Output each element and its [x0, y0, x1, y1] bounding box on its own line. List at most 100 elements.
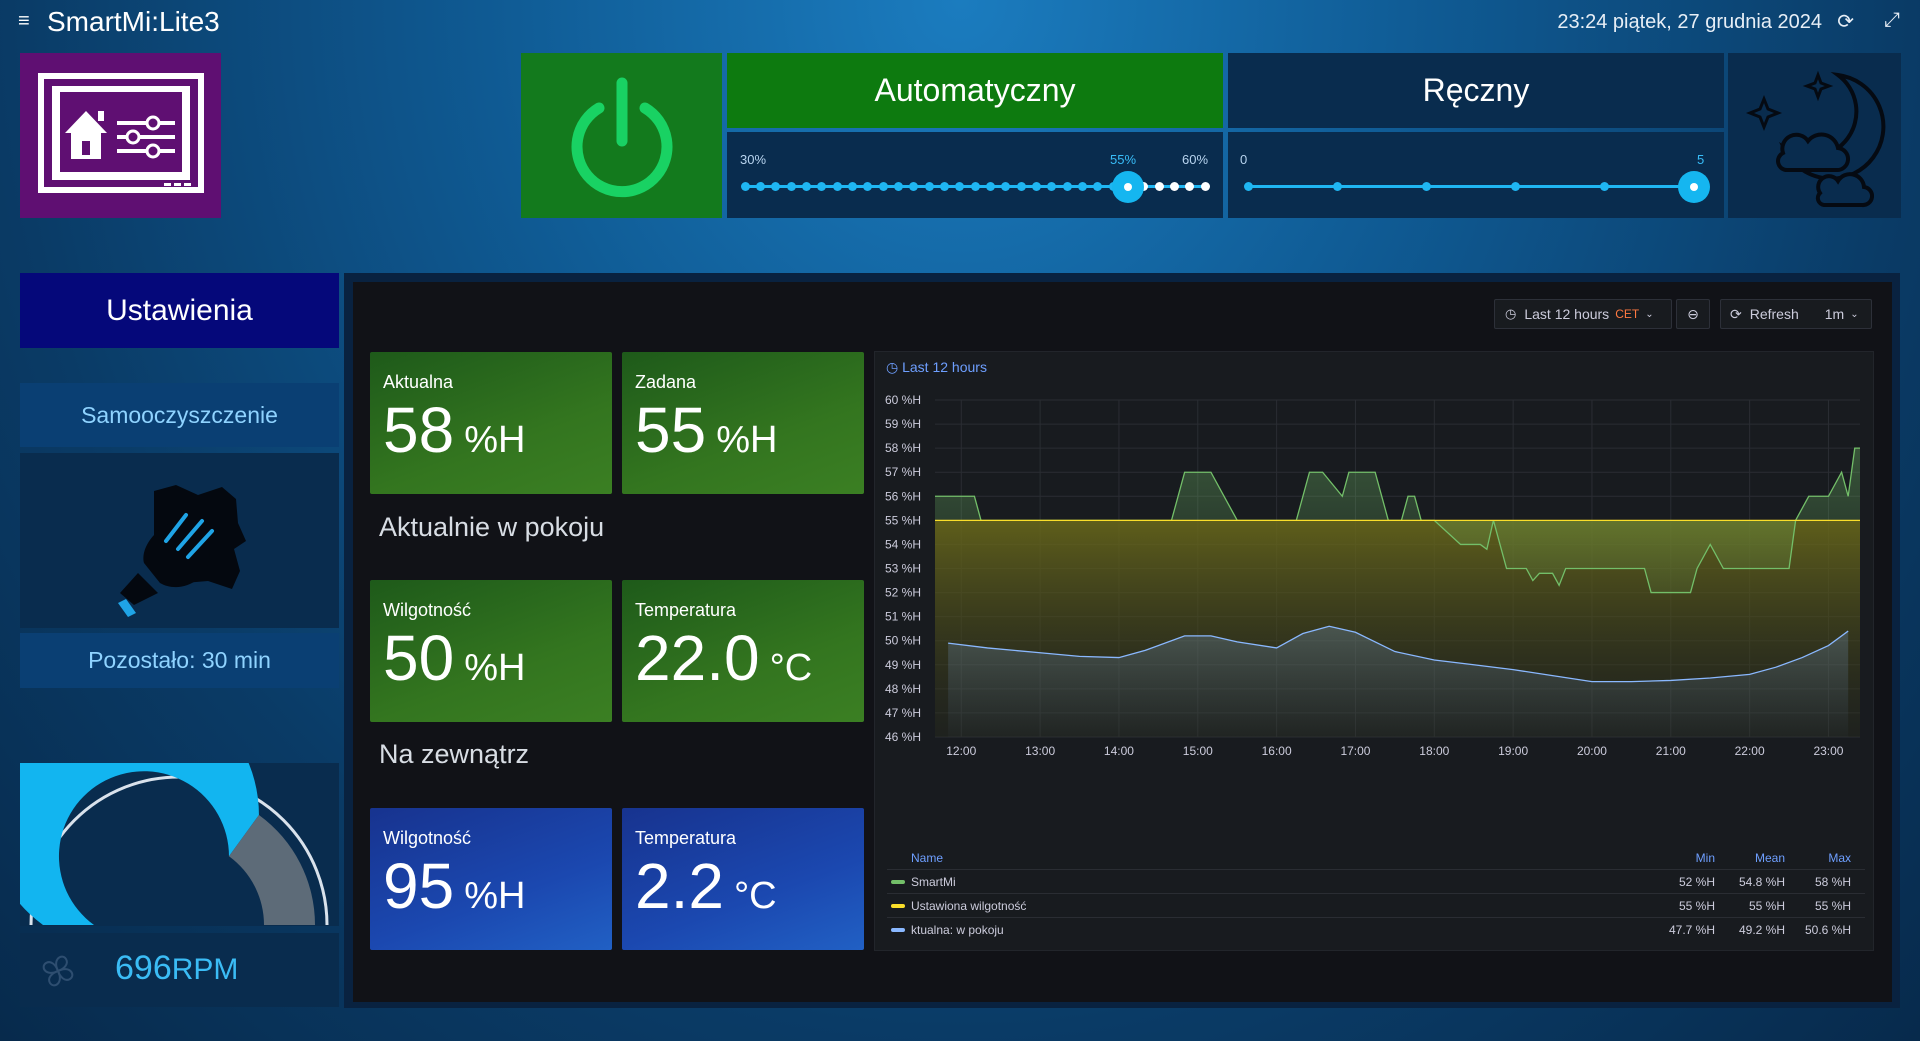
fullscreen-icon[interactable]: ⤢ [1884, 9, 1900, 32]
stat-label: Wilgotność [383, 828, 472, 848]
slider-max-label: 60% [1182, 152, 1209, 167]
x-tick-label: 20:00 [1577, 744, 1607, 758]
legend-swatch [891, 928, 905, 932]
slider-track-line[interactable] [1248, 185, 1694, 188]
night-mode-button[interactable] [1728, 53, 1901, 218]
stat-unit: %H [464, 647, 526, 689]
legend-mean-header[interactable]: Mean [1755, 851, 1785, 865]
stat-unit: %H [464, 875, 526, 917]
legend-min-header[interactable]: Min [1696, 851, 1715, 865]
manual-mode-button[interactable]: Ręczny [1228, 53, 1724, 128]
legend-name-header: Name [911, 851, 944, 865]
slider-step-dot [1154, 182, 1164, 191]
slider-step-dot [1016, 182, 1026, 191]
slider-step-dot [909, 182, 919, 191]
rpm-unit: RPM [171, 953, 239, 986]
refresh-button-label: Refresh [1749, 306, 1799, 322]
auto-humidity-slider[interactable]: 30% 55% 60% [727, 132, 1223, 218]
legend-row-room[interactable]: ktualna: w pokoju 47.7 %H 49.2 %H 50.6 %… [887, 917, 1865, 941]
legend-mean: 55 %H [1748, 899, 1785, 913]
clock-datetime: 23:24 piątek, 27 grudnia 2024 [1557, 11, 1822, 33]
refresh-icon: ⟳ [1730, 305, 1742, 322]
graph-title: ◷ Last 12 hours [886, 359, 987, 375]
stat-label: Aktualna [383, 372, 454, 392]
slider-min-label: 0 [1240, 152, 1248, 167]
y-tick-label: 52 %H [885, 586, 921, 600]
slider-step-dot [985, 182, 995, 191]
target-humidity-stat: Zadana 55 %H [622, 352, 864, 494]
y-tick-label: 47 %H [885, 706, 921, 720]
zoom-out-button[interactable]: ⊖ [1676, 299, 1710, 329]
slider-step-dot [1077, 182, 1087, 191]
legend-row-smartmi[interactable]: SmartMi 52 %H 54.8 %H 58 %H [887, 869, 1865, 893]
x-tick-label: 14:00 [1104, 744, 1134, 758]
self-clean-button[interactable]: Samooczyszczenie [20, 383, 339, 447]
fan-speed-gauge [0, 679, 339, 926]
legend-row-target[interactable]: Ustawiona wilgotność 55 %H 55 %H 55 %H [887, 893, 1865, 917]
stat-unit: °C [769, 647, 813, 689]
slider-step-dot [832, 182, 842, 191]
x-tick-label: 17:00 [1340, 744, 1370, 758]
stat-number: 50 [383, 622, 455, 694]
legend-series-name: SmartMi [911, 875, 956, 889]
x-tick-label: 21:00 [1656, 744, 1686, 758]
humidity-time-series: 60 %H 59 %H 58 %H 57 %H 56 %H 55 %H 54 %H 53 %H… [885, 393, 1860, 758]
x-tick-label: 19:00 [1498, 744, 1528, 758]
slider-step-dot [863, 182, 873, 191]
legend-series-name: Ustawiona wilgotność [911, 899, 1027, 913]
slider-step-dot [893, 182, 903, 191]
slider-step-dot [924, 182, 934, 191]
slider-step-dot [1185, 182, 1195, 191]
stat-value: 50 %H [383, 626, 525, 690]
x-tick-label: 22:00 [1735, 744, 1765, 758]
y-tick-label: 46 %H [885, 730, 921, 744]
y-tick-label: 48 %H [885, 682, 921, 696]
slider-step-dot [1169, 182, 1179, 191]
stat-label: Wilgotność [383, 600, 472, 620]
refresh-icon[interactable]: ⟳ [1837, 9, 1854, 34]
x-tick-label: 18:00 [1419, 744, 1449, 758]
app-title: SmartMi:Lite3 [47, 6, 220, 37]
chevron-down-icon: ⌄ [1645, 308, 1654, 320]
home-settings-logo-tile[interactable] [20, 53, 221, 218]
manual-speed-slider[interactable]: 0 5 [1228, 132, 1724, 218]
legend-max-header[interactable]: Max [1828, 851, 1851, 865]
power-button[interactable] [521, 53, 722, 218]
timezone-label: CET [1615, 307, 1640, 321]
fan-rpm-tile: 696RPM [20, 933, 339, 1007]
gauge-value-arc [0, 679, 259, 925]
refresh-picker[interactable]: ⟳ Refresh 1m ⌄ [1720, 299, 1872, 329]
legend-mean: 49.2 %H [1738, 923, 1785, 937]
hamburger-menu-icon[interactable]: ≡ [18, 10, 30, 33]
slider-value-label: 55% [1110, 152, 1137, 167]
outside-section-title: Na zewnątrz [379, 739, 530, 769]
fan-rpm-value: 696RPM [115, 949, 238, 988]
slider-step-dot [740, 182, 750, 191]
room-temperature-stat: Temperatura 22.0 °C [622, 580, 864, 722]
slider-step-dot [817, 182, 827, 191]
stat-number: 22.0 [635, 622, 760, 694]
stat-value: 95 %H [383, 854, 525, 918]
night-moon-stars-icon [1745, 70, 1886, 208]
slider-thumb[interactable] [1112, 171, 1145, 203]
fan-icon [42, 955, 74, 987]
legend-header: Name Min Mean Max [887, 851, 1865, 869]
time-range-picker[interactable]: ◷ Last 12 hours CET ⌄ [1494, 299, 1672, 329]
self-clean-icon-tile[interactable] [20, 453, 339, 628]
slider-max-label: 5 [1697, 152, 1705, 167]
slider-step-dot [1200, 182, 1210, 191]
y-tick-label: 58 %H [885, 441, 921, 455]
slider-step-dot [801, 182, 811, 191]
stat-value: 22.0 °C [635, 626, 812, 690]
legend-min: 55 %H [1678, 899, 1715, 913]
top-bar: ≡ SmartMi:Lite3 23:24 piątek, 27 grudnia… [0, 0, 1920, 44]
slider-step-dot [847, 182, 857, 191]
rpm-number: 696 [115, 949, 172, 987]
chevron-down-icon: ⌄ [1850, 308, 1859, 320]
slider-min-label: 30% [740, 152, 767, 167]
auto-mode-button[interactable]: Automatyczny [727, 53, 1223, 128]
slider-thumb[interactable] [1678, 171, 1710, 203]
y-tick-label: 51 %H [885, 610, 921, 624]
y-tick-label: 60 %H [885, 393, 921, 407]
settings-button[interactable]: Ustawienia [20, 273, 339, 348]
